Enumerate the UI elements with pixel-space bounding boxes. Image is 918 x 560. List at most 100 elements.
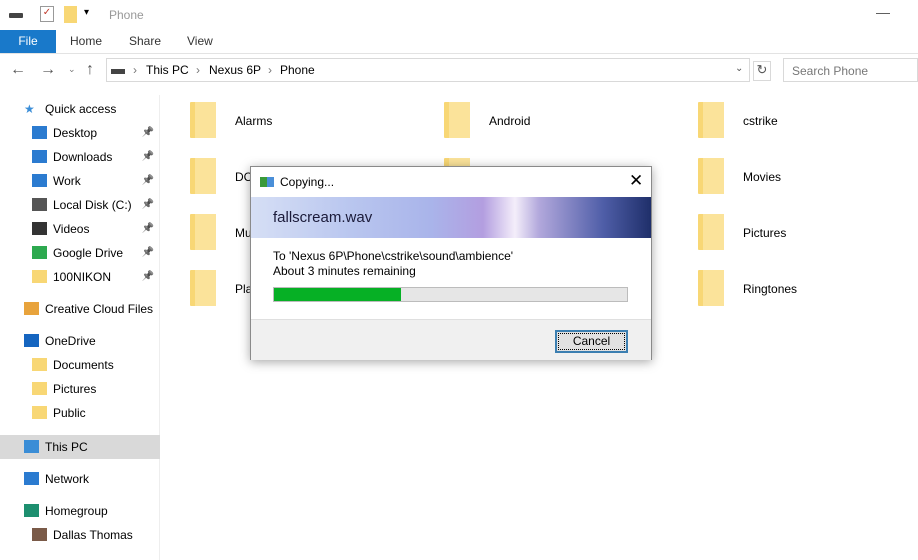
network-icon	[24, 472, 39, 485]
download-icon	[32, 150, 47, 163]
pin-icon[interactable]: 📌	[142, 241, 154, 265]
forward-arrow-icon[interactable]: →	[40, 61, 56, 79]
sidebar-item[interactable]: Videos 📌	[0, 217, 160, 241]
progress-fill	[274, 288, 402, 301]
star-icon: ★	[24, 102, 35, 116]
folder-icon	[32, 406, 47, 419]
progress-bar	[273, 287, 628, 302]
ribbon: File Home Share View	[0, 30, 918, 54]
sidebar-item-label: OneDrive	[45, 334, 96, 348]
pin-icon[interactable]: 📌	[142, 193, 154, 217]
homegroup-icon	[24, 504, 39, 517]
sidebar-item[interactable]: Homegroup	[0, 499, 160, 523]
folder-label: Android	[489, 114, 531, 128]
file-name: fallscream.wav	[273, 209, 373, 226]
cloud-icon	[24, 334, 39, 347]
sidebar-item[interactable]: Downloads 📌	[0, 145, 160, 169]
sidebar-item[interactable]: Google Drive 📌	[0, 241, 160, 265]
sidebar-item-label: This PC	[45, 440, 88, 454]
sidebar-item[interactable]: Documents	[0, 353, 160, 377]
dialog-banner: fallscream.wav	[251, 197, 651, 238]
folder-item[interactable]: cstrike	[698, 102, 918, 138]
sidebar-item-label: Creative Cloud Files	[45, 302, 154, 316]
pin-icon[interactable]: 📌	[142, 121, 154, 145]
sidebar-item[interactable]: Desktop 📌	[0, 121, 160, 145]
pin-icon[interactable]: 📌	[142, 265, 154, 289]
up-arrow-icon[interactable]: ↑	[86, 61, 94, 79]
title-bar: ✓ ▾ Phone —	[0, 0, 918, 30]
close-icon[interactable]: ✕	[629, 171, 643, 191]
sidebar-item[interactable]: Local Disk (C:) 📌	[0, 193, 160, 217]
drive-icon	[32, 198, 47, 211]
time-remaining: About 3 minutes remaining	[273, 264, 416, 278]
sidebar-item[interactable]: Network	[0, 467, 160, 491]
sidebar-item[interactable]: 100NIKON 📌	[0, 265, 160, 289]
sidebar-item-label: 100NIKON	[53, 270, 112, 284]
search-input[interactable]: Search Phone	[783, 58, 918, 82]
address-bar[interactable]: › This PC › Nexus 6P › Phone ⌄	[106, 58, 750, 82]
pin-icon[interactable]: 📌	[142, 169, 154, 193]
sidebar-item-label: Public	[53, 406, 86, 420]
folder-item[interactable]: Ringtones	[698, 270, 918, 306]
folder-item[interactable]: Pictures	[698, 214, 918, 250]
folder-item[interactable]: Alarms	[190, 102, 410, 138]
folder-icon	[32, 358, 47, 371]
recent-chevron-icon[interactable]: ⌄	[68, 64, 76, 75]
properties-icon[interactable]: ✓	[40, 6, 54, 22]
sidebar-item[interactable]: Creative Cloud Files	[0, 297, 160, 321]
customize-dropdown-icon[interactable]: ▾	[84, 7, 89, 18]
copy-icon	[260, 177, 274, 187]
folder-icon	[190, 214, 216, 250]
breadcrumb-separator: ›	[133, 63, 137, 77]
folder-label: cstrike	[743, 114, 778, 128]
address-dropdown-icon[interactable]: ⌄	[735, 63, 743, 74]
desktop-icon	[32, 126, 47, 139]
folder-item[interactable]: Movies	[698, 158, 918, 194]
sidebar-item[interactable]: Pictures	[0, 377, 160, 401]
computer-icon	[24, 440, 39, 453]
breadcrumb-this-pc[interactable]: This PC	[146, 63, 189, 77]
breadcrumb-phone[interactable]: Phone	[280, 63, 315, 77]
folder-icon	[444, 102, 470, 138]
sidebar-item[interactable]: Public	[0, 401, 160, 425]
sidebar-item-label: Documents	[53, 358, 114, 372]
destination-text: To 'Nexus 6P\Phone\cstrike\sound\ambienc…	[273, 249, 514, 263]
tab-file[interactable]: File	[0, 30, 56, 53]
tab-home[interactable]: Home	[56, 30, 116, 53]
tab-view[interactable]: View	[173, 30, 227, 53]
sidebar-item[interactable]: ★ Quick access	[0, 97, 160, 121]
navigation-pane: ★ Quick access Desktop 📌 Downloads 📌 Work 📌 Loca…	[0, 95, 160, 560]
folder-icon	[698, 270, 724, 306]
sidebar-item[interactable]: OneDrive	[0, 329, 160, 353]
drive-icon	[9, 13, 23, 18]
breadcrumb-nexus-6p[interactable]: Nexus 6P	[209, 63, 261, 77]
sidebar-item-label: Pictures	[53, 382, 97, 396]
sidebar-item[interactable]: This PC	[0, 435, 160, 459]
sidebar-item[interactable]: Work 📌	[0, 169, 160, 193]
breadcrumb-separator: ›	[268, 63, 272, 77]
new-folder-icon[interactable]	[64, 6, 77, 23]
back-arrow-icon[interactable]: ←	[10, 61, 26, 79]
google-drive-icon	[32, 246, 47, 259]
breadcrumb-separator: ›	[196, 63, 200, 77]
drive-icon	[111, 69, 125, 74]
refresh-icon[interactable]: ↻	[753, 61, 771, 81]
folder-icon	[190, 102, 216, 138]
pin-icon[interactable]: 📌	[142, 217, 154, 241]
sidebar-item-label: Homegroup	[45, 504, 108, 518]
tab-share[interactable]: Share	[115, 30, 175, 53]
pin-icon[interactable]: 📌	[142, 145, 154, 169]
dialog-title: Copying...	[280, 175, 335, 189]
sidebar-item-label: Desktop	[53, 126, 98, 140]
folder-label: Pictures	[743, 226, 787, 240]
folder-item[interactable]: Android	[444, 102, 664, 138]
sidebar-item-label: Videos	[53, 222, 90, 236]
sidebar-item-label: Dallas Thomas	[53, 528, 133, 542]
folder-icon	[190, 270, 216, 306]
minimize-button[interactable]: —	[876, 4, 890, 20]
folder-icon	[698, 102, 724, 138]
user-avatar-icon	[32, 528, 47, 541]
sidebar-item[interactable]: Dallas Thomas	[0, 523, 160, 547]
folder-icon	[698, 158, 724, 194]
cancel-button[interactable]: Cancel	[555, 330, 628, 353]
